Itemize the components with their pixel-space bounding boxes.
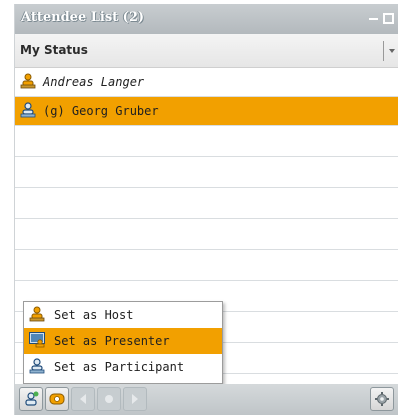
empty-row — [15, 250, 398, 281]
prev-icon — [80, 394, 86, 404]
host-icon — [29, 306, 45, 322]
empty-row — [15, 219, 398, 250]
attendee-name: Andreas Langer — [43, 75, 145, 89]
set-as-presenter-item[interactable]: Set as Presenter — [24, 328, 222, 354]
panel-titlebar[interactable]: Attendee List (2) — [15, 4, 398, 34]
gear-icon — [375, 392, 389, 406]
maximize-icon[interactable] — [383, 13, 394, 24]
attendee-name: (g) Georg Gruber — [43, 104, 159, 118]
empty-row — [15, 157, 398, 188]
record-button[interactable] — [97, 387, 121, 411]
bottom-toolbar — [15, 384, 398, 415]
attendee-row-selected[interactable]: (g) Georg Gruber — [15, 97, 398, 126]
next-icon — [132, 394, 138, 404]
set-as-participant-item[interactable]: Set as Participant — [24, 354, 222, 380]
participant-icon — [29, 358, 45, 374]
my-status-label: My Status — [20, 43, 88, 57]
status-dropdown-icon[interactable] — [383, 41, 398, 61]
host-icon — [20, 73, 36, 89]
empty-row — [15, 126, 398, 157]
menu-label: Set as Host — [54, 308, 134, 322]
prev-button[interactable] — [71, 387, 95, 411]
attendee-row[interactable]: Andreas Langer — [15, 68, 398, 97]
role-context-menu: Set as Host Set as Presenter Set as Part… — [23, 301, 223, 384]
menu-label: Set as Participant — [54, 360, 185, 374]
phone-button[interactable] — [45, 387, 69, 411]
set-as-host-item[interactable]: Set as Host — [24, 302, 222, 328]
my-status-row[interactable]: My Status — [15, 34, 398, 68]
phone-icon — [49, 393, 65, 405]
record-icon — [105, 395, 113, 403]
next-button[interactable] — [123, 387, 147, 411]
minimize-icon[interactable] — [368, 13, 379, 24]
settings-button[interactable] — [370, 387, 394, 411]
presenter-icon — [29, 332, 45, 348]
panel-title: Attendee List (2) — [21, 10, 145, 25]
participant-icon — [20, 102, 36, 118]
change-role-icon — [25, 391, 39, 406]
attendee-list-panel: Attendee List (2) My Status Andreas Lang… — [14, 4, 398, 415]
empty-row — [15, 188, 398, 219]
change-role-button[interactable] — [19, 387, 43, 411]
menu-label: Set as Presenter — [54, 334, 170, 348]
